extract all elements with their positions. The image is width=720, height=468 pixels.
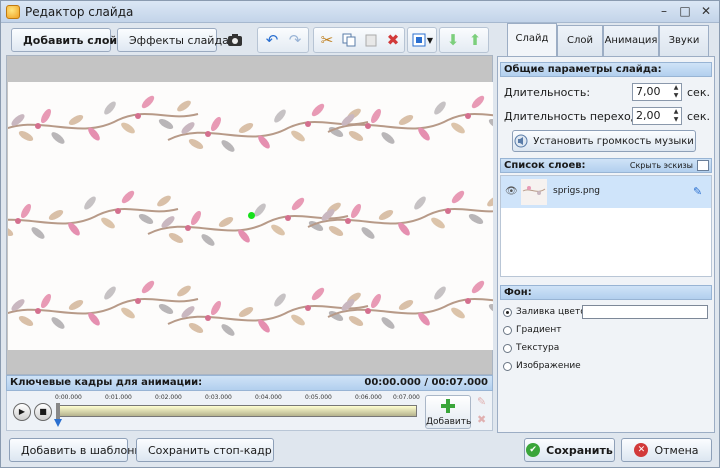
copy-glyph <box>342 33 356 47</box>
music-volume-button[interactable]: Установить громкость музыки <box>512 130 696 152</box>
slide-params-header: Общие параметры слайда: <box>500 62 712 77</box>
layers-list: 👁 sprigs.png ✎ <box>500 175 712 277</box>
layers-title: Список слоев: <box>504 160 586 171</box>
radio-fill-color[interactable] <box>503 308 512 317</box>
move-up-icon[interactable]: ⬆ <box>463 28 487 52</box>
ruler-label: 0:05.000 <box>305 394 332 401</box>
play-button[interactable]: ▶ <box>13 403 31 421</box>
save-frame-label: Сохранить стоп-кадр <box>148 443 272 457</box>
eye-icon[interactable]: 👁 <box>505 186 518 197</box>
slide-preview[interactable] <box>8 82 493 350</box>
ruler-label: 0:07.000 <box>393 394 420 401</box>
list-item[interactable]: 👁 sprigs.png ✎ <box>501 176 711 208</box>
playhead-marker[interactable] <box>54 403 62 427</box>
add-keyframe-button[interactable]: Добавить <box>425 395 471 429</box>
duration-label: Длительность: <box>504 86 591 99</box>
tab-bar: Слайд Слой Анимация Звуки <box>497 23 715 57</box>
add-layer-label: Добавить слой <box>23 33 118 47</box>
speaker-icon <box>514 134 528 148</box>
tab-layer[interactable]: Слой <box>557 25 603 57</box>
background-header: Фон: <box>500 285 712 300</box>
add-layer-button[interactable]: Добавить слой <box>11 28 117 52</box>
slide-editor-window: Редактор слайда – □ ✕ Добавить слой Эффе… <box>0 0 720 468</box>
ruler-label: 0:03.000 <box>205 394 232 401</box>
stop-button[interactable]: ■ <box>34 403 52 421</box>
copy-icon[interactable] <box>337 28 361 52</box>
properties-panel: Общие параметры слайда: Длительность: 7,… <box>497 56 715 433</box>
hide-thumbs-link[interactable]: Скрыть эскизы <box>630 159 693 172</box>
ruler-label: 0:06.000 <box>355 394 382 401</box>
transition-value: 2,00 <box>636 109 661 122</box>
radio-texture[interactable] <box>503 344 512 353</box>
keyframes-header: Ключевые кадры для анимации: 00:00.000 /… <box>6 375 493 391</box>
move-down-icon[interactable]: ⬇ <box>441 28 465 52</box>
dropdown-arrow-icon[interactable]: ▼ <box>425 28 435 52</box>
slide-effects-label: Эффекты слайда <box>129 33 229 47</box>
thumbs-icon[interactable] <box>697 160 709 171</box>
cut-icon[interactable]: ✂ <box>315 28 339 52</box>
spin-arrows-icon[interactable]: ▲ ▼ <box>671 84 681 100</box>
save-label: Сохранить <box>546 443 613 457</box>
color-picker[interactable] <box>582 305 708 319</box>
gradient-label: Градиент <box>516 325 562 335</box>
save-button[interactable]: ✔ Сохранить <box>524 438 615 462</box>
slide-effects-button[interactable]: Эффекты слайда <box>117 28 229 52</box>
camera-glyph <box>228 34 242 46</box>
ruler-label: 0:04.000 <box>255 394 282 401</box>
ruler-label: 0:01.000 <box>105 394 132 401</box>
edit-layer-icon[interactable]: ✎ <box>693 185 702 198</box>
title-bar: Редактор слайда – □ ✕ <box>1 1 719 23</box>
transition-unit: сек. <box>687 110 710 123</box>
camera-icon[interactable] <box>223 28 247 52</box>
duration-stepper[interactable]: 7,00 ▲ ▼ <box>632 83 682 101</box>
add-keyframe-label: Добавить <box>426 417 472 427</box>
save-frame-button[interactable]: Сохранить стоп-кадр <box>136 438 274 462</box>
keyframes-time: 00:00.000 / 00:07.000 <box>364 377 488 388</box>
app-icon <box>6 5 20 19</box>
timeline: ▶ ■ 0:00.000 0:01.000 0:02.000 0:03.000 … <box>6 391 493 431</box>
duration-unit: сек. <box>687 86 710 99</box>
add-template-label: Добавить в шаблоны <box>21 443 144 457</box>
transition-label: Длительность перехода: <box>504 110 649 123</box>
image-label: Изображение <box>516 361 581 371</box>
music-volume-label: Установить громкость музыки <box>533 135 694 147</box>
plus-icon <box>441 399 455 413</box>
ruler-label: 0:02.000 <box>155 394 182 401</box>
check-icon: ✔ <box>526 443 541 457</box>
duration-value: 7,00 <box>636 85 661 98</box>
layers-header: Список слоев: Скрыть эскизы <box>500 158 712 173</box>
maximize-button[interactable]: □ <box>674 4 696 20</box>
undo-icon[interactable]: ↶ <box>260 28 284 52</box>
texture-label: Текстура <box>516 343 560 353</box>
delete-keyframe-icon[interactable]: ✖ <box>477 413 486 426</box>
close-icon: ✕ <box>634 443 649 457</box>
layer-thumbnail <box>521 179 547 205</box>
fit-glyph <box>412 33 426 47</box>
cancel-label: Отмена <box>654 443 699 457</box>
keyframes-title: Ключевые кадры для анимации: <box>10 377 203 388</box>
close-button[interactable]: ✕ <box>695 4 717 20</box>
timeline-track[interactable] <box>57 405 417 417</box>
tab-slide[interactable]: Слайд <box>507 23 557 57</box>
slide-canvas-area <box>6 55 493 375</box>
add-template-button[interactable]: Добавить в шаблоны <box>9 438 143 462</box>
toolbar: Добавить слой Эффекты слайда ↶ ↷ ✂ ✖ ▼ ⬇… <box>1 23 493 55</box>
ruler-label: 0:00.000 <box>55 394 82 401</box>
radio-gradient[interactable] <box>503 326 512 335</box>
spin-arrows-icon[interactable]: ▲ ▼ <box>671 108 681 124</box>
edit-keyframe-icon[interactable]: ✎ <box>477 395 486 408</box>
redo-icon[interactable]: ↷ <box>283 28 307 52</box>
cancel-button[interactable]: ✕ Отмена <box>621 438 712 462</box>
paste-icon[interactable] <box>359 28 383 52</box>
paste-glyph <box>365 34 377 47</box>
transition-stepper[interactable]: 2,00 ▲ ▼ <box>632 107 682 125</box>
radio-image[interactable] <box>503 362 512 371</box>
minimize-button[interactable]: – <box>653 4 675 20</box>
anchor-point[interactable] <box>248 212 255 219</box>
tab-sounds[interactable]: Звуки <box>659 25 709 57</box>
window-title: Редактор слайда <box>25 5 134 19</box>
layer-name: sprigs.png <box>553 186 600 196</box>
delete-icon[interactable]: ✖ <box>381 28 405 52</box>
tab-animation[interactable]: Анимация <box>603 25 659 57</box>
